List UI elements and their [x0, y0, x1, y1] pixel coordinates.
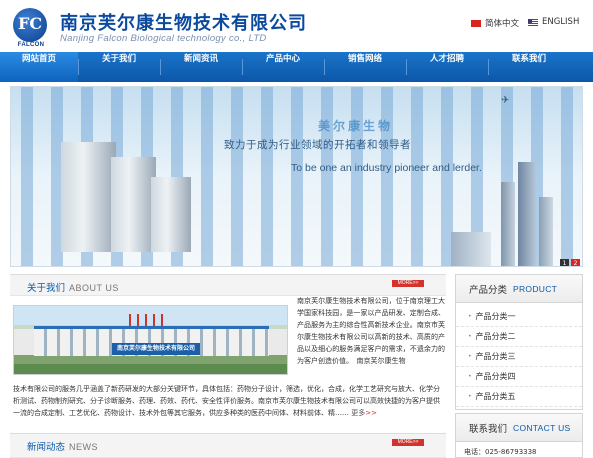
contact-phone: 电话：025-86793338 — [464, 448, 537, 456]
skyscraper — [501, 182, 515, 266]
flag-poles — [129, 314, 169, 326]
about-more-button[interactable]: MORE>> — [392, 280, 424, 287]
bullet-icon: • — [468, 313, 472, 320]
header: FC FALCON 南京芙尔康生物技术有限公司 Nanjing Falcon B… — [0, 0, 593, 52]
about-more-link-label: 更多 — [351, 409, 366, 417]
about-panel-header: 关于我们 ABOUT US MORE>> — [10, 274, 446, 296]
contact-title-en: CONTACT US — [513, 422, 571, 433]
banner-stripe — [411, 87, 423, 266]
nav-item-news[interactable]: 新闻资讯 — [160, 52, 242, 82]
banner-stripe — [21, 87, 33, 266]
news-more-button[interactable]: MORE>> — [392, 439, 424, 446]
logo-letters: FC — [17, 14, 43, 33]
company-name-en: Nanjing Falcon Biological technology co.… — [60, 33, 267, 44]
nav-item-contact[interactable]: 联系我们 — [488, 52, 570, 82]
bullet-icon: • — [468, 353, 472, 360]
about-more-link[interactable]: 更多>> — [351, 409, 377, 417]
building-block — [151, 177, 191, 252]
building-sign: 南京芙尔康生物技术有限公司 — [112, 343, 201, 355]
lang-english-link[interactable]: ENGLISH — [528, 17, 579, 27]
banner-stripe — [231, 87, 243, 266]
product-category-label: 产品分类三 — [475, 352, 516, 361]
banner-stripe — [381, 87, 393, 266]
company-building-image: 南京芙尔康生物技术有限公司 — [13, 305, 288, 375]
double-arrow-icon: >> — [365, 409, 377, 417]
news-title-en: NEWS — [69, 442, 99, 452]
skyscraper — [518, 162, 536, 266]
main-nav: 网站首页 关于我们 新闻资讯 产品中心 销售网络 人才招聘 联系我们 — [0, 52, 593, 82]
product-category-label: 产品分类二 — [475, 332, 516, 341]
product-category-label: 产品分类一 — [475, 312, 516, 321]
product-category-label: 产品分类五 — [475, 392, 516, 401]
about-title-cn: 关于我们 — [27, 283, 66, 294]
banner-slogan-en: To be one an industry pioneer and lerder… — [291, 162, 482, 174]
nav-item-jobs[interactable]: 人才招聘 — [406, 52, 488, 82]
product-category-item[interactable]: • 产品分类五 — [456, 387, 582, 407]
hero-banner[interactable]: ✈ 美尔康生物 致力于成为行业领域的开拓者和领导者 To be one an i… — [10, 86, 583, 267]
nav-item-about[interactable]: 关于我们 — [78, 52, 160, 82]
product-category-item[interactable]: • 产品分类三 — [456, 347, 582, 367]
banner-stripe — [291, 87, 303, 266]
nav-item-sales[interactable]: 销售网络 — [324, 52, 406, 82]
banner-stripe — [321, 87, 333, 266]
product-category-title-en: PRODUCT — [513, 283, 558, 294]
about-title-en: ABOUT US — [69, 283, 119, 293]
news-panel-header: 新闻动态 NEWS MORE>> — [10, 433, 446, 458]
building-block — [61, 142, 116, 252]
product-category-box: 产品分类 PRODUCT • 产品分类一 • 产品分类二 • 产品分类三 • 产品分类四… — [455, 274, 583, 410]
about-intro-text-continued: 技术有限公司的服务几乎涵盖了新药研发的大部分关键环节，具体包括：药物分子设计，筛… — [13, 383, 443, 419]
news-panel-title: 新闻动态 NEWS — [27, 439, 98, 453]
logo-wordmark: FALCON — [17, 42, 45, 48]
slide-control-1[interactable]: 1 — [560, 259, 569, 266]
product-category-label: 产品分类四 — [475, 372, 516, 381]
nav-item-home[interactable]: 网站首页 — [0, 52, 78, 82]
banner-slogan-cn: 致力于成为行业领域的开拓者和领导者 — [224, 139, 411, 151]
news-title-cn: 新闻动态 — [27, 442, 66, 453]
product-category-title-cn: 产品分类 — [469, 284, 508, 296]
lang-english-label: ENGLISH — [542, 17, 580, 27]
product-category-item[interactable]: • 产品分类一 — [456, 307, 582, 327]
contact-box: 联系我们 CONTACT US 电话：025-86793338 — [455, 413, 583, 458]
bullet-icon: • — [468, 393, 472, 400]
about-intro-text: 南京芙尔康生物技术有限公司，位于南京理工大学国家科技园，是一家以产品研发、定制合… — [297, 297, 445, 365]
falcon-logo[interactable]: FC FALCON — [11, 8, 51, 52]
bullet-icon: • — [468, 333, 472, 340]
banner-stripe — [261, 87, 273, 266]
contact-title-cn: 联系我们 — [469, 423, 508, 435]
banner-stripe — [201, 87, 213, 266]
bullet-icon: • — [468, 373, 472, 380]
contact-header: 联系我们 CONTACT US — [456, 414, 582, 442]
product-category-item[interactable]: • 产品分类二 — [456, 327, 582, 347]
us-flag-icon — [528, 18, 538, 26]
slide-control-2[interactable]: 2 — [571, 259, 580, 266]
about-panel-title: 关于我们 ABOUT US — [27, 280, 119, 294]
lang-chinese-label: 简体中文 — [485, 19, 520, 29]
banner-stripe — [561, 87, 573, 266]
skyscraper — [539, 197, 553, 266]
company-name-cn: 南京芙尔康生物技术有限公司 — [60, 13, 307, 34]
skyscraper — [451, 232, 491, 266]
china-flag-icon — [471, 19, 481, 27]
banner-relief-text: 美尔康生物 — [318, 119, 394, 133]
building-block — [111, 157, 156, 252]
nav-item-products[interactable]: 产品中心 — [242, 52, 324, 82]
airplane-icon: ✈ — [501, 95, 510, 106]
product-category-header: 产品分类 PRODUCT — [456, 275, 582, 303]
banner-stripe — [351, 87, 363, 266]
lang-chinese-link[interactable]: 简体中文 — [471, 17, 519, 29]
product-category-item[interactable]: • 产品分类四 — [456, 367, 582, 387]
